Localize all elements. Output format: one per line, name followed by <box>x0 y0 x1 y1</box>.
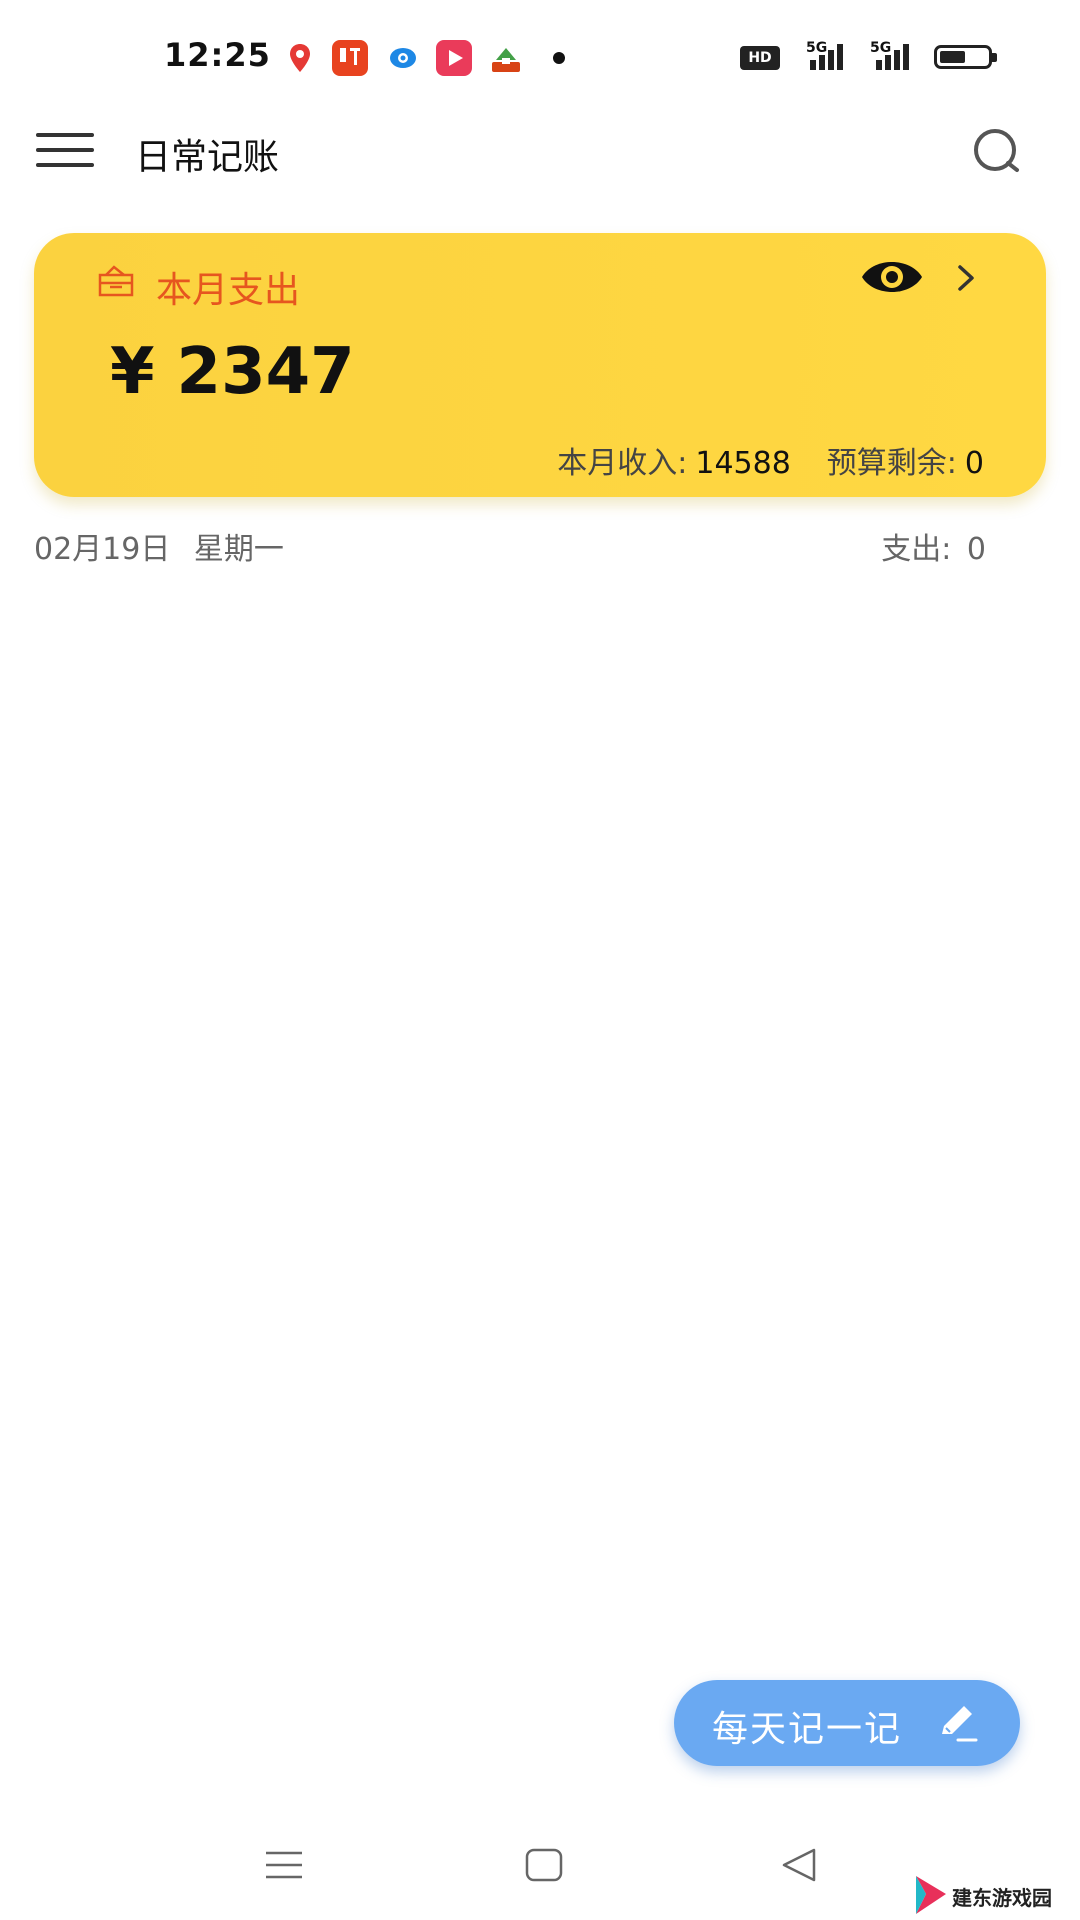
watermark: 建东游戏园 <box>912 1874 1072 1916</box>
income-budget-row: 本月收入: 14588 预算剩余: 0 <box>557 438 984 482</box>
monthly-summary-card[interactable]: 本月支出 ¥2347 本月收入: 14588 预算剩余: 0 <box>34 233 1046 497</box>
wallet-icon <box>98 265 134 297</box>
home-nav-icon <box>525 1848 563 1882</box>
add-record-label: 每天记一记 <box>712 1709 903 1750</box>
monthly-expense-amount: ¥2347 <box>110 335 355 409</box>
date-text: 02月19日 <box>34 532 171 567</box>
day-expense-label: 支出: <box>881 532 952 567</box>
signal-1-icon <box>810 44 846 72</box>
battery-icon <box>934 45 997 69</box>
weekday-text: 星期一 <box>193 532 284 567</box>
income-value: 14588 <box>695 446 791 481</box>
eye-icon <box>862 262 922 292</box>
video-app-icon <box>436 40 472 76</box>
back-nav-button[interactable] <box>780 1845 820 1889</box>
menu-nav-button[interactable] <box>264 1845 304 1889</box>
details-button[interactable] <box>952 261 980 295</box>
pencil-icon <box>942 1706 978 1742</box>
watermark-logo-icon <box>916 1876 946 1914</box>
search-icon <box>974 129 1019 172</box>
home-app-icon <box>488 40 524 76</box>
day-expense: 支出: 0 <box>881 524 986 568</box>
add-record-button[interactable]: 每天记一记 <box>674 1680 1020 1766</box>
more-notifications-dot <box>553 52 565 64</box>
chat-app-icon <box>385 40 421 76</box>
currency-symbol: ¥ <box>110 335 155 409</box>
day-date: 02月19日 星期一 <box>34 524 284 568</box>
back-nav-icon <box>782 1848 816 1882</box>
search-button[interactable] <box>970 126 1024 180</box>
status-time: 12:25 <box>164 36 271 74</box>
monthly-expense-label: 本月支出 <box>156 270 301 311</box>
day-summary-row: 02月19日 星期一 支出: 0 <box>34 524 986 567</box>
listen-app-icon <box>332 40 368 76</box>
budget-label: 预算剩余: <box>826 446 957 481</box>
expense-value: 2347 <box>176 335 355 409</box>
signal-2-icon <box>876 44 912 72</box>
toggle-visibility-button[interactable] <box>860 255 924 299</box>
watermark-text: 建东游戏园 <box>952 1886 1052 1910</box>
map-pin-app-icon <box>282 40 318 76</box>
home-nav-button[interactable] <box>524 1845 564 1889</box>
chevron-right-icon <box>958 265 974 291</box>
hd-badge: HD <box>740 46 780 70</box>
battery-fill <box>940 51 965 63</box>
status-bar: 12:25 HD 5G 5G <box>0 0 1080 110</box>
day-expense-value: 0 <box>966 532 986 567</box>
budget-value: 0 <box>964 446 984 481</box>
menu-button[interactable] <box>36 133 94 167</box>
page-title: 日常记账 <box>135 137 280 178</box>
menu-nav-icon <box>266 1851 302 1879</box>
income-label: 本月收入: <box>557 446 688 481</box>
app-screen: 12:25 HD 5G 5G 日常记账 本月支出 ¥ 2347 本月收入: 14… <box>0 0 1080 1920</box>
